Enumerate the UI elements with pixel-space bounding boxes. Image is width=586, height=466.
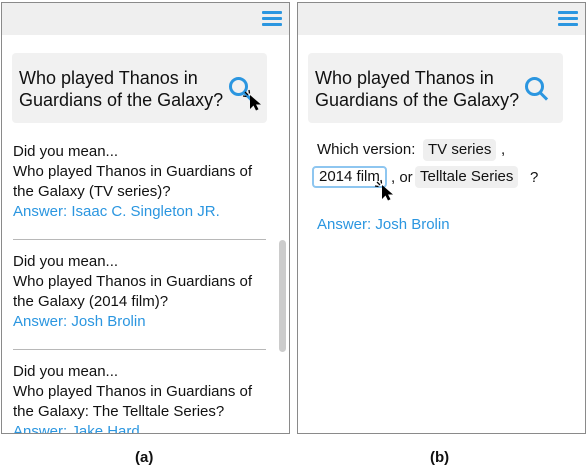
result-question: Who played Thanos in Guardians of the Ga… — [13, 273, 253, 310]
top-bar — [2, 3, 289, 35]
caption-a: (a) — [135, 449, 154, 466]
top-bar — [298, 3, 585, 35]
version-prompt: Which version: — [317, 141, 416, 158]
comma-separator: , — [501, 141, 506, 158]
result-question: Who played Thanos in Guardians of the Ga… — [13, 163, 253, 200]
option-chip-tv-series[interactable]: TV series — [423, 139, 497, 161]
search-box[interactable]: Who played Thanos in Guardians of the Ga… — [12, 53, 267, 123]
result-question: Who played Thanos in Guardians of the Ga… — [13, 383, 253, 420]
cursor-icon — [242, 89, 261, 111]
search-query: Who played Thanos in Guardians of the Ga… — [19, 68, 224, 110]
result-answer[interactable]: Answer: Jake Hard — [13, 422, 263, 433]
search-icon[interactable] — [525, 77, 551, 103]
did-you-mean-label: Did you mean... — [13, 143, 119, 160]
result-answer[interactable]: Answer: Isaac C. Singleton JR. — [13, 202, 263, 222]
result-item-2[interactable]: Did you mean... Who played Thanos in Gua… — [13, 252, 263, 332]
did-you-mean-label: Did you mean... — [13, 253, 119, 270]
divider — [13, 349, 266, 350]
divider — [13, 239, 266, 240]
panel-b: Who played Thanos in Guardians of the Ga… — [297, 2, 586, 434]
result-answer[interactable]: Answer: Josh Brolin — [13, 312, 263, 332]
answer-text[interactable]: Answer: Josh Brolin — [317, 216, 450, 233]
option-chip-telltale-series[interactable]: Telltale Series — [415, 166, 519, 188]
caption-b: (b) — [430, 449, 450, 466]
did-you-mean-label: Did you mean... — [13, 363, 119, 380]
menu-icon[interactable] — [262, 11, 282, 27]
result-item-1[interactable]: Did you mean... Who played Thanos in Gua… — [13, 142, 263, 222]
panel-a: Who played Thanos in Guardians of the Ga… — [1, 2, 290, 434]
search-query: Who played Thanos in Guardians of the Ga… — [315, 68, 520, 110]
scrollbar[interactable] — [279, 240, 286, 352]
result-item-3[interactable]: Did you mean... Who played Thanos in Gua… — [13, 362, 263, 433]
menu-icon[interactable] — [558, 11, 578, 27]
cursor-icon — [374, 179, 393, 201]
search-box[interactable]: Who played Thanos in Guardians of the Ga… — [308, 53, 563, 123]
question-mark: ? — [530, 169, 539, 186]
